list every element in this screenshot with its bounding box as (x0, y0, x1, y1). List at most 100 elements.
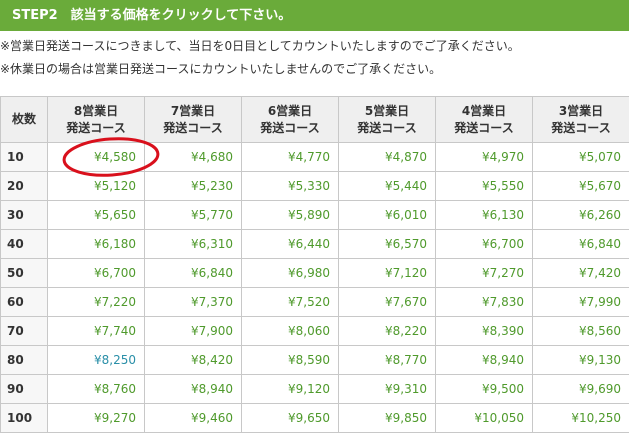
price-cell[interactable]: ¥6,130 (435, 200, 533, 230)
price-cell[interactable]: ¥7,520 (241, 287, 339, 317)
price-cell[interactable]: ¥4,970 (435, 142, 533, 172)
table-row: 10 ¥4,580 ¥4,680 ¥4,770 ¥4,870 ¥4,970 ¥5,070 (0, 142, 629, 172)
price-cell[interactable]: ¥4,680 (144, 142, 242, 172)
price-cell[interactable]: ¥6,700 (435, 229, 533, 259)
column-header-line1: 7営業日 (170, 103, 216, 118)
table-row: 90 ¥8,760 ¥8,940 ¥9,120 ¥9,310 ¥9,500 ¥9,690 (0, 374, 629, 404)
column-header-5day: 5営業日発送コース (338, 96, 436, 143)
price-cell[interactable]: ¥6,180 (47, 229, 145, 259)
column-header-6day: 6営業日発送コース (241, 96, 339, 143)
price-cell[interactable]: ¥6,840 (532, 229, 629, 259)
price-cell[interactable]: ¥7,670 (338, 287, 436, 317)
price-cell[interactable]: ¥6,980 (241, 258, 339, 288)
column-header-line1: 5営業日 (364, 103, 410, 118)
price-cell[interactable]: ¥6,700 (47, 258, 145, 288)
column-header-line1: 8営業日 (73, 103, 119, 118)
price-cell[interactable]: ¥9,850 (338, 403, 436, 433)
price-cell[interactable]: ¥8,060 (241, 316, 339, 346)
price-cell[interactable]: ¥10,050 (435, 403, 533, 433)
column-header-line1: 3営業日 (558, 103, 604, 118)
column-header-line2: 発送コース (357, 120, 417, 135)
column-header-4day: 4営業日発送コース (435, 96, 533, 143)
price-table-body: 10 ¥4,580 ¥4,680 ¥4,770 ¥4,870 ¥4,970 ¥5,070 20… (0, 142, 629, 433)
price-cell[interactable]: ¥8,390 (435, 316, 533, 346)
price-cell[interactable]: ¥7,270 (435, 258, 533, 288)
step-header: STEP2 該当する価格をクリックして下さい。 (0, 0, 629, 31)
price-cell[interactable]: ¥6,310 (144, 229, 242, 259)
price-cell[interactable]: ¥8,560 (532, 316, 629, 346)
price-cell[interactable]: ¥8,770 (338, 345, 436, 375)
price-cell[interactable]: ¥10,250 (532, 403, 629, 433)
price-cell[interactable]: ¥9,310 (338, 374, 436, 404)
qty-header: 枚数 (0, 96, 48, 143)
price-cell[interactable]: ¥4,580 (47, 142, 145, 172)
column-header-7day: 7営業日発送コース (144, 96, 242, 143)
price-cell[interactable]: ¥6,570 (338, 229, 436, 259)
table-row: 50 ¥6,700 ¥6,840 ¥6,980 ¥7,120 ¥7,270 ¥7,420 (0, 258, 629, 288)
price-cell[interactable]: ¥9,690 (532, 374, 629, 404)
notes: ※営業日発送コースにつきまして、当日を0日目としてカウントいたしますのでご了承く… (0, 35, 629, 81)
price-cell[interactable]: ¥5,550 (435, 171, 533, 201)
price-cell[interactable]: ¥7,830 (435, 287, 533, 317)
price-cell[interactable]: ¥5,330 (241, 171, 339, 201)
table-row: 60 ¥7,220 ¥7,370 ¥7,520 ¥7,670 ¥7,830 ¥7,990 (0, 287, 629, 317)
price-cell[interactable]: ¥7,220 (47, 287, 145, 317)
price-cell[interactable]: ¥6,440 (241, 229, 339, 259)
price-cell[interactable]: ¥4,870 (338, 142, 436, 172)
price-cell[interactable]: ¥5,070 (532, 142, 629, 172)
column-header-8day: 8営業日発送コース (47, 96, 145, 143)
price-cell[interactable]: ¥9,130 (532, 345, 629, 375)
qty-cell: 100 (0, 403, 48, 433)
price-cell[interactable]: ¥6,260 (532, 200, 629, 230)
price-cell[interactable]: ¥4,770 (241, 142, 339, 172)
price-cell[interactable]: ¥7,900 (144, 316, 242, 346)
price-cell[interactable]: ¥9,460 (144, 403, 242, 433)
price-cell[interactable]: ¥6,010 (338, 200, 436, 230)
price-cell[interactable]: ¥5,670 (532, 171, 629, 201)
price-cell[interactable]: ¥5,120 (47, 171, 145, 201)
column-header-line2: 発送コース (551, 120, 611, 135)
price-cell[interactable]: ¥7,120 (338, 258, 436, 288)
column-header-line1: 6営業日 (267, 103, 313, 118)
price-cell[interactable]: ¥8,420 (144, 345, 242, 375)
note-holiday: ※休業日の場合は営業日発送コースにカウントいたしませんのでご了承ください。 (0, 62, 442, 76)
price-cell[interactable]: ¥8,940 (144, 374, 242, 404)
price-cell[interactable]: ¥7,420 (532, 258, 629, 288)
qty-cell: 70 (0, 316, 48, 346)
table-header-row: 枚数 8営業日発送コース 7営業日発送コース 6営業日発送コース 5営業日発送コ… (0, 96, 629, 143)
column-header-line1: 4営業日 (461, 103, 507, 118)
price-cell[interactable]: ¥6,840 (144, 258, 242, 288)
price-cell[interactable]: ¥7,990 (532, 287, 629, 317)
price-cell[interactable]: ¥5,230 (144, 171, 242, 201)
price-cell[interactable]: ¥9,120 (241, 374, 339, 404)
price-cell[interactable]: ¥9,270 (47, 403, 145, 433)
price-cell[interactable]: ¥9,500 (435, 374, 533, 404)
column-header-line2: 発送コース (163, 120, 223, 135)
qty-cell: 20 (0, 171, 48, 201)
qty-cell: 80 (0, 345, 48, 375)
price-cell[interactable]: ¥9,650 (241, 403, 339, 433)
price-cell[interactable]: ¥5,770 (144, 200, 242, 230)
qty-cell: 60 (0, 287, 48, 317)
price-cell[interactable]: ¥5,890 (241, 200, 339, 230)
note-business-day: ※営業日発送コースにつきまして、当日を0日目としてカウントいたしますのでご了承く… (0, 39, 520, 53)
table-row: 40 ¥6,180 ¥6,310 ¥6,440 ¥6,570 ¥6,700 ¥6,840 (0, 229, 629, 259)
price-cell[interactable]: ¥8,940 (435, 345, 533, 375)
price-table: 枚数 8営業日発送コース 7営業日発送コース 6営業日発送コース 5営業日発送コ… (0, 96, 629, 433)
price-cell[interactable]: ¥7,740 (47, 316, 145, 346)
price-cell[interactable]: ¥8,590 (241, 345, 339, 375)
price-cell[interactable]: ¥5,650 (47, 200, 145, 230)
column-header-line2: 発送コース (66, 120, 126, 135)
table-row: 20 ¥5,120 ¥5,230 ¥5,330 ¥5,440 ¥5,550 ¥5,670 (0, 171, 629, 201)
price-cell[interactable]: ¥7,370 (144, 287, 242, 317)
qty-cell: 30 (0, 200, 48, 230)
column-header-line2: 発送コース (260, 120, 320, 135)
qty-cell: 40 (0, 229, 48, 259)
price-cell[interactable]: ¥8,220 (338, 316, 436, 346)
price-cell[interactable]: ¥5,440 (338, 171, 436, 201)
column-header-line2: 発送コース (454, 120, 514, 135)
table-row: 100 ¥9,270 ¥9,460 ¥9,650 ¥9,850 ¥10,050 ¥10,25… (0, 403, 629, 433)
price-cell[interactable]: ¥8,760 (47, 374, 145, 404)
table-row: 70 ¥7,740 ¥7,900 ¥8,060 ¥8,220 ¥8,390 ¥8,560 (0, 316, 629, 346)
price-cell[interactable]: ¥8,250 (47, 345, 145, 375)
